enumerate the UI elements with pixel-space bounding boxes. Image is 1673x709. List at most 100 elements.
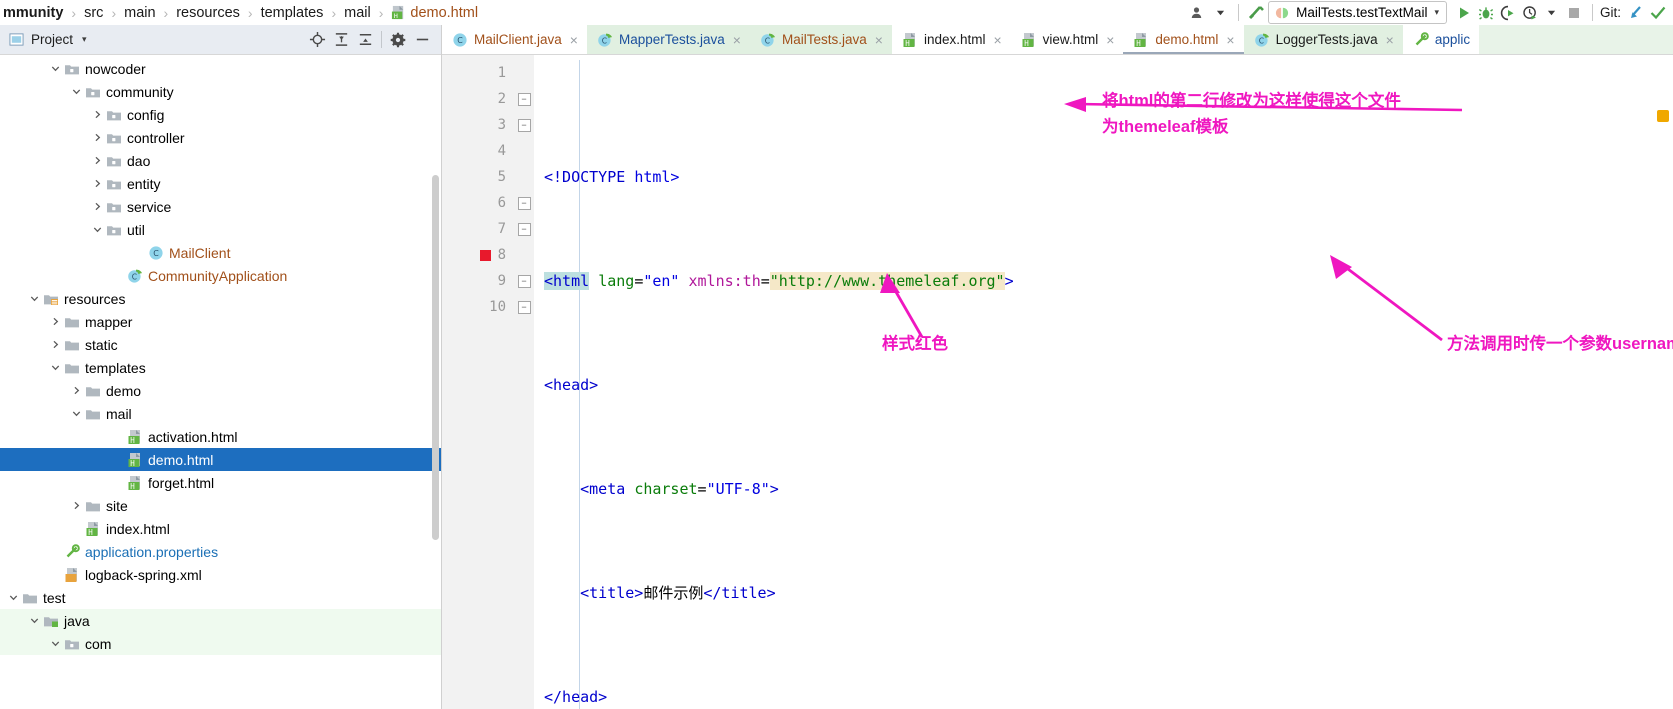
- hide-panel-icon[interactable]: [410, 28, 434, 52]
- editor-tab[interactable]: Hindex.html ×: [891, 25, 1011, 54]
- tree-item[interactable]: C CommunityApplication: [0, 264, 441, 287]
- code-folding-column[interactable]: − − − − − −: [514, 55, 534, 709]
- chevron-right-icon[interactable]: [89, 201, 106, 212]
- line-number[interactable]: 8: [442, 242, 514, 268]
- chevron-down-icon[interactable]: [89, 224, 106, 235]
- tree-item[interactable]: com: [0, 632, 441, 655]
- settings-gear-icon[interactable]: [386, 28, 410, 52]
- build-hammer-icon[interactable]: [1246, 2, 1268, 24]
- editor-tab[interactable]: Hview.html ×: [1010, 25, 1124, 54]
- profiler-icon[interactable]: [1519, 2, 1541, 24]
- tree-item[interactable]: C MailClient: [0, 241, 441, 264]
- editor-tab[interactable]: applic: [1402, 25, 1480, 54]
- code-fold-toggle[interactable]: −: [517, 274, 531, 288]
- line-number[interactable]: 9: [442, 268, 514, 294]
- close-icon[interactable]: ×: [993, 32, 1001, 48]
- tree-item[interactable]: nowcoder: [0, 57, 441, 80]
- chevron-down-icon[interactable]: [26, 293, 43, 304]
- chevron-down-icon[interactable]: ▾: [1434, 7, 1439, 18]
- user-icon[interactable]: [1187, 2, 1209, 24]
- close-icon[interactable]: ×: [1386, 32, 1394, 48]
- tree-item[interactable]: config: [0, 103, 441, 126]
- chevron-right-icon[interactable]: [89, 178, 106, 189]
- inspection-warning-badge[interactable]: [1657, 110, 1669, 122]
- tree-item[interactable]: mail: [0, 402, 441, 425]
- tree-scrollbar[interactable]: [432, 175, 439, 540]
- line-number[interactable]: 7: [442, 216, 514, 242]
- line-number[interactable]: 6: [442, 190, 514, 216]
- tree-item[interactable]: controller: [0, 126, 441, 149]
- chevron-right-icon[interactable]: [89, 132, 106, 143]
- breadcrumb-item-resources[interactable]: resources: [173, 5, 243, 21]
- code-fold-toggle[interactable]: −: [517, 196, 531, 210]
- breakpoint-marker[interactable]: [480, 250, 491, 261]
- breadcrumb-item-src[interactable]: src: [81, 5, 106, 21]
- breadcrumb-item-file[interactable]: H demo.html: [388, 5, 481, 21]
- run-icon[interactable]: [1453, 2, 1475, 24]
- tree-item[interactable]: resources: [0, 287, 441, 310]
- breadcrumb-item-module[interactable]: mmunity: [0, 5, 66, 21]
- chevron-right-icon[interactable]: [47, 316, 64, 327]
- line-number[interactable]: 3: [442, 112, 514, 138]
- breadcrumb-item-mail[interactable]: mail: [341, 5, 374, 21]
- code-fold-toggle[interactable]: −: [517, 118, 531, 132]
- chevron-down-icon[interactable]: ▾: [82, 34, 87, 45]
- chevron-down-icon[interactable]: [68, 408, 85, 419]
- tree-item[interactable]: community: [0, 80, 441, 103]
- chevron-down-icon[interactable]: [1541, 2, 1563, 24]
- tree-item[interactable]: java: [0, 609, 441, 632]
- tree-item[interactable]: application.properties: [0, 540, 441, 563]
- chevron-down-icon[interactable]: [1209, 2, 1231, 24]
- line-number[interactable]: 5: [442, 164, 514, 190]
- close-icon[interactable]: ×: [570, 32, 578, 48]
- chevron-right-icon[interactable]: [89, 155, 106, 166]
- chevron-down-icon[interactable]: [47, 638, 64, 649]
- line-number[interactable]: 1: [442, 60, 514, 86]
- tree-item[interactable]: Hforget.html: [0, 471, 441, 494]
- tree-item[interactable]: entity: [0, 172, 441, 195]
- chevron-down-icon[interactable]: [26, 615, 43, 626]
- tree-item[interactable]: dao: [0, 149, 441, 172]
- tree-item[interactable]: test: [0, 586, 441, 609]
- tree-item[interactable]: mapper: [0, 310, 441, 333]
- commit-icon[interactable]: [1647, 2, 1669, 24]
- code-content[interactable]: <!DOCTYPE html> <html lang="en" xmlns:th…: [534, 55, 1673, 709]
- chevron-down-icon[interactable]: [5, 592, 22, 603]
- locate-icon[interactable]: [305, 28, 329, 52]
- update-project-icon[interactable]: [1625, 2, 1647, 24]
- breadcrumb-item-templates[interactable]: templates: [258, 5, 327, 21]
- tree-item[interactable]: templates: [0, 356, 441, 379]
- chevron-right-icon[interactable]: [68, 500, 85, 511]
- chevron-down-icon[interactable]: [47, 362, 64, 373]
- code-fold-toggle[interactable]: −: [517, 222, 531, 236]
- tree-item[interactable]: static: [0, 333, 441, 356]
- editor-gutter[interactable]: 1 2 3 4 5 6 7 8 9 10: [442, 55, 514, 709]
- close-icon[interactable]: ×: [733, 32, 741, 48]
- tree-item-selected[interactable]: Hdemo.html: [0, 448, 441, 471]
- code-editor[interactable]: 1 2 3 4 5 6 7 8 9 10 − − − − − − <!DOCTYPE html> <html…: [442, 55, 1673, 709]
- chevron-right-icon[interactable]: [89, 109, 106, 120]
- editor-tab[interactable]: C MailClient.java ×: [442, 25, 587, 54]
- close-icon[interactable]: ×: [1106, 32, 1114, 48]
- line-number[interactable]: 4: [442, 138, 514, 164]
- chevron-right-icon[interactable]: [68, 385, 85, 396]
- code-fold-toggle[interactable]: −: [517, 300, 531, 314]
- run-configuration-selector[interactable]: MailTests.testTextMail ▾: [1268, 1, 1447, 24]
- close-icon[interactable]: ×: [1226, 32, 1234, 48]
- tree-item[interactable]: site: [0, 494, 441, 517]
- chevron-right-icon[interactable]: [47, 339, 64, 350]
- breadcrumb-item-main[interactable]: main: [121, 5, 158, 21]
- line-number[interactable]: 2: [442, 86, 514, 112]
- run-with-coverage-icon[interactable]: [1497, 2, 1519, 24]
- editor-tab-bar[interactable]: C MailClient.java × C MapperTests.java × C Mail…: [442, 25, 1673, 55]
- chevron-down-icon[interactable]: [68, 86, 85, 97]
- debug-icon[interactable]: [1475, 2, 1497, 24]
- tree-item[interactable]: Hactivation.html: [0, 425, 441, 448]
- tree-item[interactable]: logback-spring.xml: [0, 563, 441, 586]
- project-tree[interactable]: nowcoder community config controller dao enti…: [0, 55, 441, 709]
- expand-all-icon[interactable]: [329, 28, 353, 52]
- editor-tab[interactable]: C LoggerTests.java ×: [1243, 25, 1403, 54]
- close-icon[interactable]: ×: [875, 32, 883, 48]
- editor-tab[interactable]: C MapperTests.java ×: [586, 25, 750, 54]
- line-number[interactable]: 10: [442, 294, 514, 320]
